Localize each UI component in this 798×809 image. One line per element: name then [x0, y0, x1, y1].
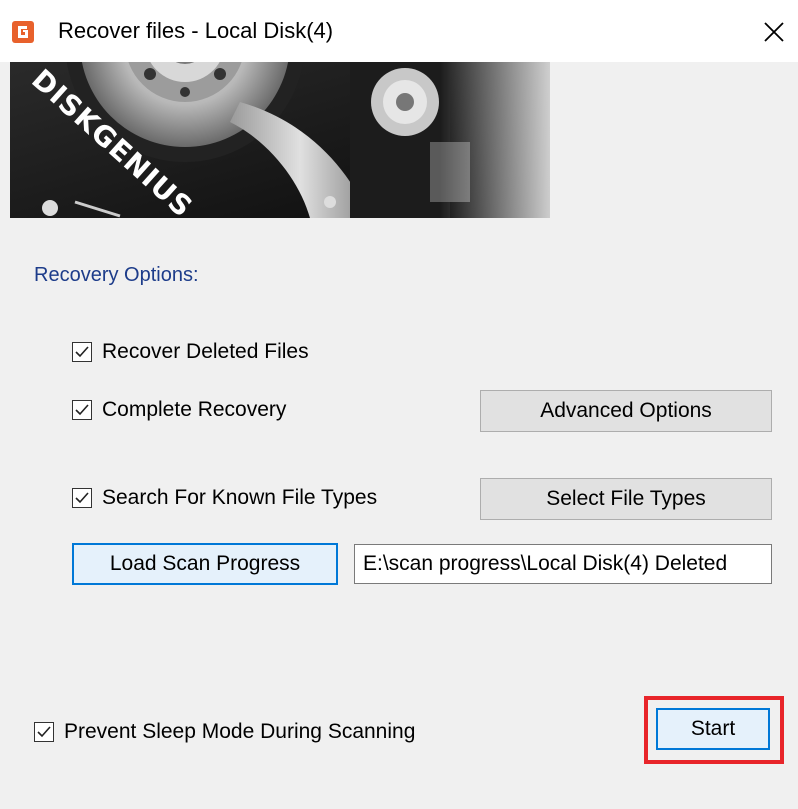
complete-recovery-checkbox[interactable]	[72, 400, 92, 420]
recovery-options-label: Recovery Options:	[34, 264, 199, 286]
load-scan-progress-label: Load Scan Progress	[109, 552, 301, 575]
scan-progress-path-field[interactable]: E:\scan progress\Local Disk(4) Deleted	[354, 544, 772, 584]
close-icon	[764, 22, 784, 42]
prevent-sleep-mode-checkbox[interactable]	[34, 722, 54, 742]
title-bar: Recover files - Local Disk(4)	[0, 0, 798, 62]
checkmark-icon	[75, 492, 89, 504]
prevent-sleep-mode-option[interactable]: Prevent Sleep Mode During Scanning	[34, 720, 494, 746]
start-button[interactable]: Start	[656, 708, 770, 750]
advanced-options-label: Advanced Options	[540, 399, 712, 422]
start-label: Start	[690, 717, 736, 740]
checkmark-icon	[37, 726, 51, 738]
banner-fade	[440, 62, 570, 218]
search-known-file-types-checkbox[interactable]	[72, 488, 92, 508]
recover-files-dialog: Recover files - Local Disk(4) DISKGENIUS…	[0, 0, 798, 809]
select-file-types-label: Select File Types	[546, 487, 706, 510]
advanced-options-button[interactable]: Advanced Options	[480, 390, 772, 432]
recover-deleted-files-label: Recover Deleted Files	[102, 340, 309, 363]
complete-recovery-option[interactable]: Complete Recovery	[72, 398, 372, 424]
checkmark-icon	[75, 346, 89, 358]
diskgenius-app-icon	[12, 21, 34, 43]
checkmark-icon	[75, 404, 89, 416]
recover-deleted-files-checkbox[interactable]	[72, 342, 92, 362]
search-known-file-types-label: Search For Known File Types	[102, 486, 378, 509]
select-file-types-button[interactable]: Select File Types	[480, 478, 772, 520]
search-known-file-types-option[interactable]: Search For Known File Types	[72, 486, 432, 512]
complete-recovery-label: Complete Recovery	[102, 398, 287, 421]
load-scan-progress-button[interactable]: Load Scan Progress	[72, 543, 338, 585]
window-title: Recover files - Local Disk(4)	[58, 18, 334, 43]
recover-deleted-files-option[interactable]: Recover Deleted Files	[72, 340, 372, 366]
prevent-sleep-mode-label: Prevent Sleep Mode During Scanning	[64, 720, 416, 743]
close-button[interactable]	[752, 10, 796, 54]
